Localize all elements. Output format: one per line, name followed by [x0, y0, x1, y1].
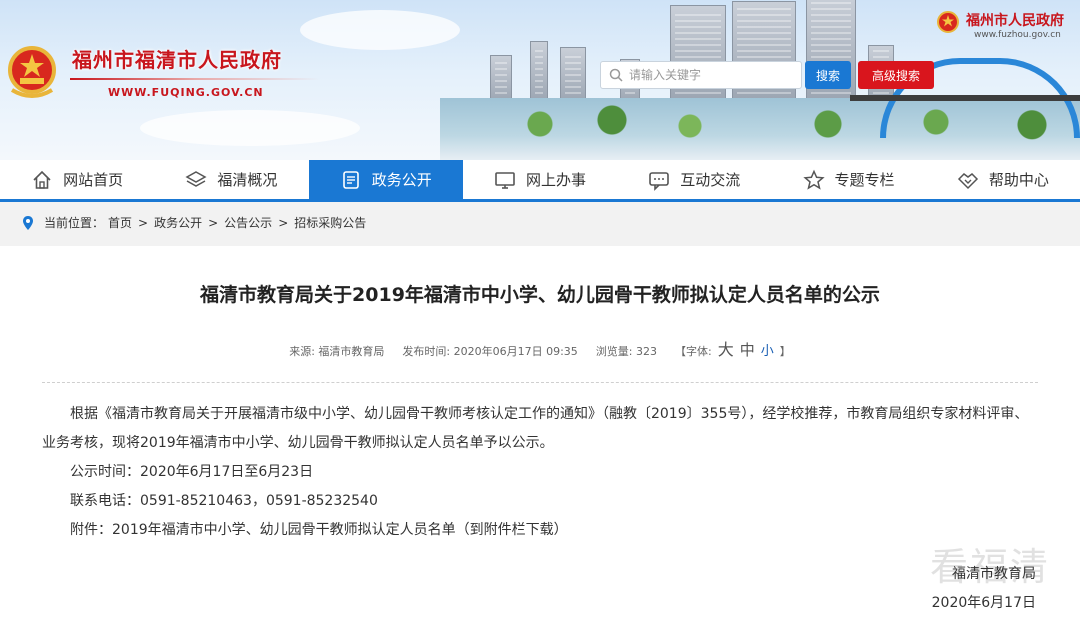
home-icon — [31, 169, 53, 191]
article-source: 来源: 福清市教育局 — [289, 345, 385, 358]
fuzhou-site-url: www.fuzhou.gov.cn — [974, 30, 1061, 40]
breadcrumb-home[interactable]: 首页 — [108, 214, 132, 231]
meta-divider — [42, 382, 1038, 383]
fuzhou-government-link[interactable]: 福州市人民政府 www.fuzhou.gov.cn — [936, 6, 1076, 42]
nav-item-label: 帮助中心 — [988, 171, 1049, 189]
nav-item-overview[interactable]: 福清概况 — [154, 160, 308, 199]
nav-item-label: 网上办事 — [525, 171, 586, 189]
cloud-decoration — [300, 10, 460, 50]
layers-icon — [185, 169, 207, 191]
font-size-label: 【字体: — [675, 345, 712, 358]
breadcrumb-procurement[interactable]: 招标采购公告 — [294, 214, 366, 231]
search-button[interactable]: 搜索 — [805, 61, 851, 89]
font-size-large-button[interactable]: 大 — [718, 336, 734, 360]
nav-item-label: 互动交流 — [680, 171, 741, 189]
font-size-medium-button[interactable]: 中 — [740, 339, 755, 360]
breadcrumb: 当前位置： 首页 > 政务公开 > 公告公示 > 招标采购公告 — [22, 214, 366, 231]
nav-item-interaction[interactable]: 互动交流 — [617, 160, 771, 199]
nav-item-special-topics[interactable]: 专题专栏 — [771, 160, 925, 199]
article-view-count: 浏览量: 323 — [595, 345, 658, 358]
nav-item-home[interactable]: 网站首页 — [0, 160, 154, 199]
article-meta: 来源: 福清市教育局 发布时间: 2020年06月17日 09:35 浏览量: … — [8, 336, 1072, 360]
article-paragraph: 根据《福清市教育局关于开展福清市级中小学、幼儿园骨干教师考核认定工作的通知》（融… — [42, 406, 1029, 451]
document-icon — [340, 169, 362, 191]
nav-item-label: 福清概况 — [217, 171, 278, 189]
title-underline — [70, 78, 320, 80]
breadcrumb-separator: > — [138, 215, 149, 230]
breadcrumb-separator: > — [208, 215, 219, 230]
nav-item-online-services[interactable]: 网上办事 — [463, 160, 617, 199]
font-size-small-button[interactable]: 小 — [761, 340, 774, 359]
breadcrumb-prefix: 当前位置： — [44, 216, 105, 230]
site-url: WWW.FUQING.GOV.CN — [108, 86, 264, 99]
chat-icon — [648, 169, 670, 191]
star-icon — [802, 169, 825, 191]
advanced-search-button[interactable]: 高级搜索 — [858, 61, 934, 89]
contact-phone: 联系电话：0591-85210463，0591-85232540 — [70, 493, 378, 509]
article-publish-time: 发布时间: 2020年06月17日 09:35 — [402, 345, 578, 358]
article-title: 福清市教育局关于2019年福清市中小学、幼儿园骨干教师拟认定人员名单的公示 — [200, 284, 880, 306]
font-size-control: 【字体: 大 中 小 】 — [675, 336, 791, 360]
main-nav: 网站首页 福清概况 政务公开 网上办事 互动交流 专题专栏 帮助中心 — [0, 160, 1080, 202]
national-emblem-icon — [937, 11, 959, 33]
header-banner: 福州市福清市人民政府 WWW.FUQING.GOV.CN 搜索 高级搜索 福州市… — [0, 0, 1080, 160]
article-content: 福清市教育局关于2019年福清市中小学、幼儿园骨干教师拟认定人员名单的公示 来源… — [8, 246, 1072, 621]
breadcrumb-announcements[interactable]: 公告公示 — [224, 214, 272, 231]
article-signature: 福清市教育局 2020年6月17日 — [932, 560, 1036, 618]
font-size-bracket: 】 — [779, 345, 791, 358]
search-input[interactable] — [629, 68, 799, 82]
nav-item-label: 政务公开 — [371, 171, 432, 189]
nav-item-help-center[interactable]: 帮助中心 — [926, 160, 1080, 199]
nav-item-label: 专题专栏 — [834, 171, 895, 189]
search-box[interactable] — [600, 61, 802, 89]
handshake-icon — [957, 169, 979, 191]
monitor-icon — [494, 169, 516, 191]
nav-item-label: 网站首页 — [63, 171, 124, 189]
search-icon — [609, 68, 623, 82]
cloud-decoration — [140, 110, 360, 146]
breadcrumb-bar: 当前位置： 首页 > 政务公开 > 公告公示 > 招标采购公告 — [0, 202, 1080, 246]
location-pin-icon — [23, 215, 33, 230]
announcement-period: 公示时间：2020年6月17日至6月23日 — [70, 464, 314, 480]
signature-date: 2020年6月17日 — [931, 595, 1036, 611]
breadcrumb-government-affairs[interactable]: 政务公开 — [154, 214, 202, 231]
signature-org: 福清市教育局 — [952, 566, 1036, 582]
attachment-note: 附件：2019年福清市中小学、幼儿园骨干教师拟认定人员名单（到附件栏下载） — [70, 522, 568, 538]
bridge-deck-image — [850, 95, 1080, 101]
breadcrumb-separator: > — [278, 215, 289, 230]
article-body: 根据《福清市教育局关于开展福清市级中小学、幼儿园骨干教师考核认定工作的通知》（融… — [42, 400, 1042, 545]
site-title[interactable]: 福州市福清市人民政府 — [72, 44, 282, 73]
nav-item-government-affairs[interactable]: 政务公开 — [308, 160, 463, 199]
fuzhou-site-title: 福州市人民政府 — [966, 13, 1064, 29]
national-emblem-icon — [8, 46, 56, 98]
